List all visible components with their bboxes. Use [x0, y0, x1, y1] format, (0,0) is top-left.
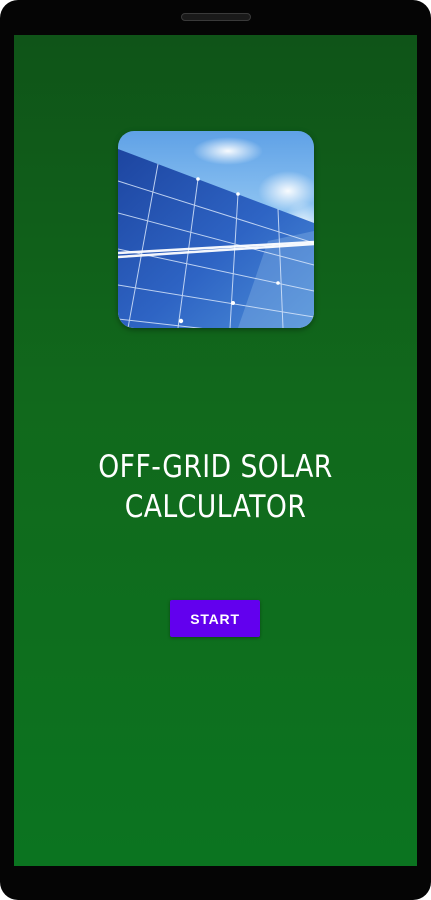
phone-speaker — [181, 13, 251, 21]
solar-panel-image — [118, 131, 314, 328]
app-title-line-2: CALCULATOR — [124, 489, 307, 525]
app-screen: OFF-GRID SOLAR CALCULATOR START — [14, 35, 417, 866]
phone-frame: OFF-GRID SOLAR CALCULATOR START — [0, 0, 431, 900]
app-title-line-1: OFF-GRID SOLAR — [98, 449, 333, 485]
start-button[interactable]: START — [170, 600, 260, 637]
solar-panel-icon — [118, 131, 314, 328]
app-title: OFF-GRID SOLAR CALCULATOR — [42, 447, 389, 527]
